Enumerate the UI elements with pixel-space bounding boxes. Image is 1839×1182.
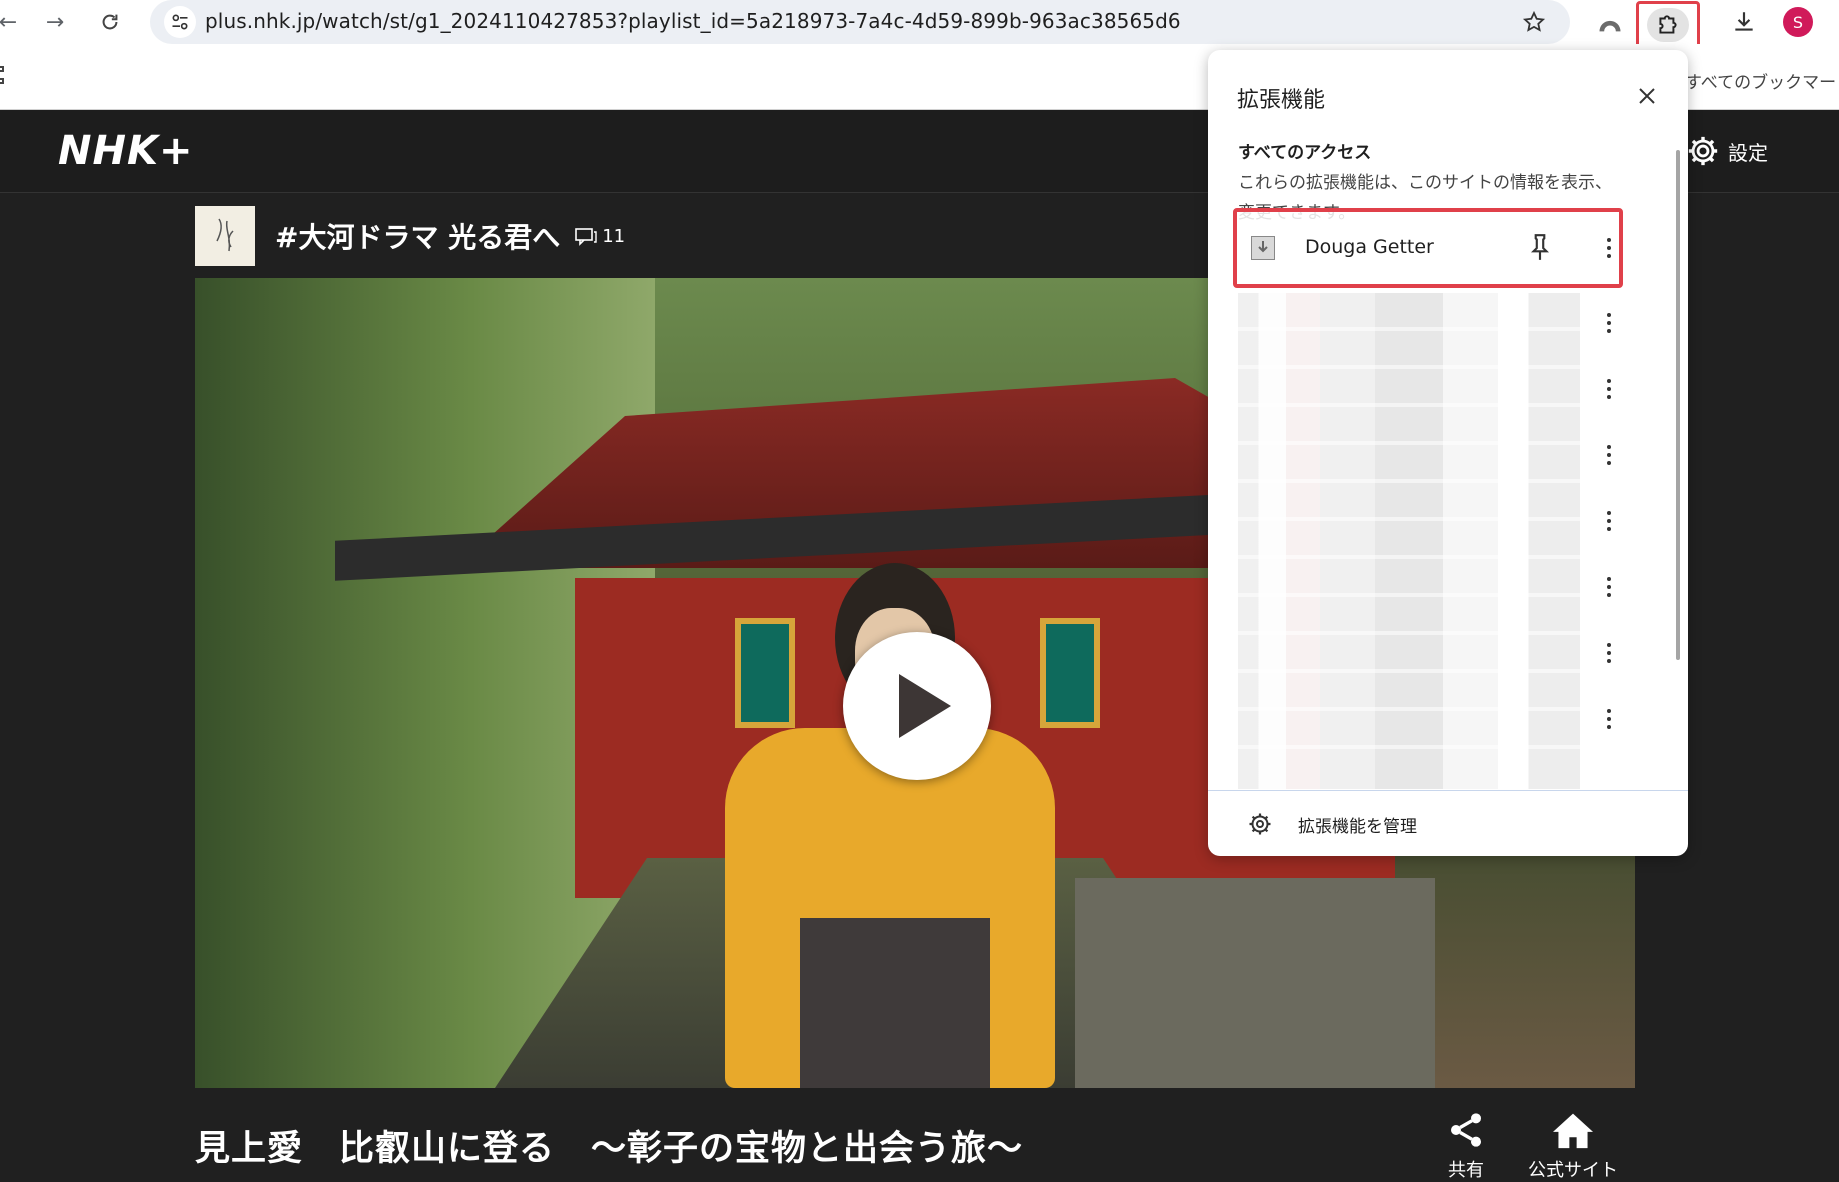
more-options-icon[interactable] [1597,638,1621,668]
close-icon[interactable] [1632,81,1662,111]
extension-row-douga-getter[interactable]: Douga Getter [1233,208,1623,288]
video-temple-window [735,618,795,728]
settings-button[interactable]: 設定 [1686,134,1768,168]
reload-icon[interactable] [94,6,126,38]
pin-icon[interactable] [1527,232,1553,262]
gear-icon [1688,136,1718,166]
play-button[interactable] [843,632,991,780]
nhk-plus-logo[interactable]: NHK+ [58,128,193,174]
video-stone-wall [1075,878,1435,1088]
more-options-icon[interactable] [1597,572,1621,602]
address-bar[interactable]: plus.nhk.jp/watch/st/g1_2024110427853?pl… [150,0,1570,44]
program-thumbnail[interactable] [195,206,255,266]
site-info-icon[interactable] [164,6,196,38]
apps-grid-icon[interactable] [0,66,14,88]
more-options-icon[interactable] [1597,440,1621,470]
video-person-skirt [800,918,990,1088]
official-site-button[interactable]: 公式サイト [1528,1110,1618,1182]
profile-extension-icon[interactable] [1592,6,1628,38]
panel-title: 拡張機能 [1237,88,1326,113]
official-site-label: 公式サイト [1528,1160,1618,1181]
extension-name: Douga Getter [1305,236,1434,258]
more-options-icon[interactable] [1597,704,1621,734]
more-options-icon[interactable] [1597,374,1621,404]
extensions-button-highlight [1636,1,1700,49]
all-bookmarks-link[interactable]: すべてのブックマー [1685,68,1836,93]
url-text[interactable]: plus.nhk.jp/watch/st/g1_2024110427853?pl… [205,9,1181,33]
comment-icon [575,228,597,246]
more-options-icon[interactable] [1597,308,1621,338]
forward-icon[interactable]: → [39,6,71,38]
extensions-puzzle-icon[interactable] [1647,8,1689,42]
share-icon [1451,1113,1481,1147]
back-icon[interactable]: ← [0,6,24,38]
comment-count-value: 11 [602,225,626,247]
manage-extensions-label: 拡張機能を管理 [1298,817,1417,837]
panel-scrollbar[interactable] [1676,150,1680,660]
program-row: #大河ドラマ 光る君へ 11 [195,206,625,266]
share-button[interactable]: 共有 [1446,1110,1486,1182]
douga-getter-icon [1251,236,1275,260]
browser-toolbar: ← → plus.nhk.jp/watch/st/g1_202411042785… [0,0,1839,49]
home-icon [1553,1113,1593,1149]
section-heading: すべてのアクセス [1238,143,1372,163]
extensions-panel: 拡張機能 すべてのアクセス これらの拡張機能は、このサイトの情報を表示、変更でき… [1208,50,1688,856]
comment-count[interactable]: 11 [574,226,625,247]
download-icon[interactable] [1726,6,1762,38]
share-label: 共有 [1448,1160,1484,1181]
manage-extensions-button[interactable]: 拡張機能を管理 [1208,791,1688,856]
program-title[interactable]: #大河ドラマ 光る君へ [275,216,560,256]
bookmark-star-icon[interactable] [1518,6,1550,38]
settings-label: 設定 [1728,140,1768,165]
avatar[interactable]: S [1783,7,1813,37]
video-temple-window [1040,618,1100,728]
more-options-icon[interactable] [1597,233,1621,263]
episode-title: 見上愛 比叡山に登る ～彰子の宝物と出会う旅～ [195,1129,1024,1169]
more-options-icon[interactable] [1597,506,1621,536]
blurred-extensions-rows [1238,293,1580,789]
play-icon [899,674,951,738]
gear-icon [1248,812,1272,836]
